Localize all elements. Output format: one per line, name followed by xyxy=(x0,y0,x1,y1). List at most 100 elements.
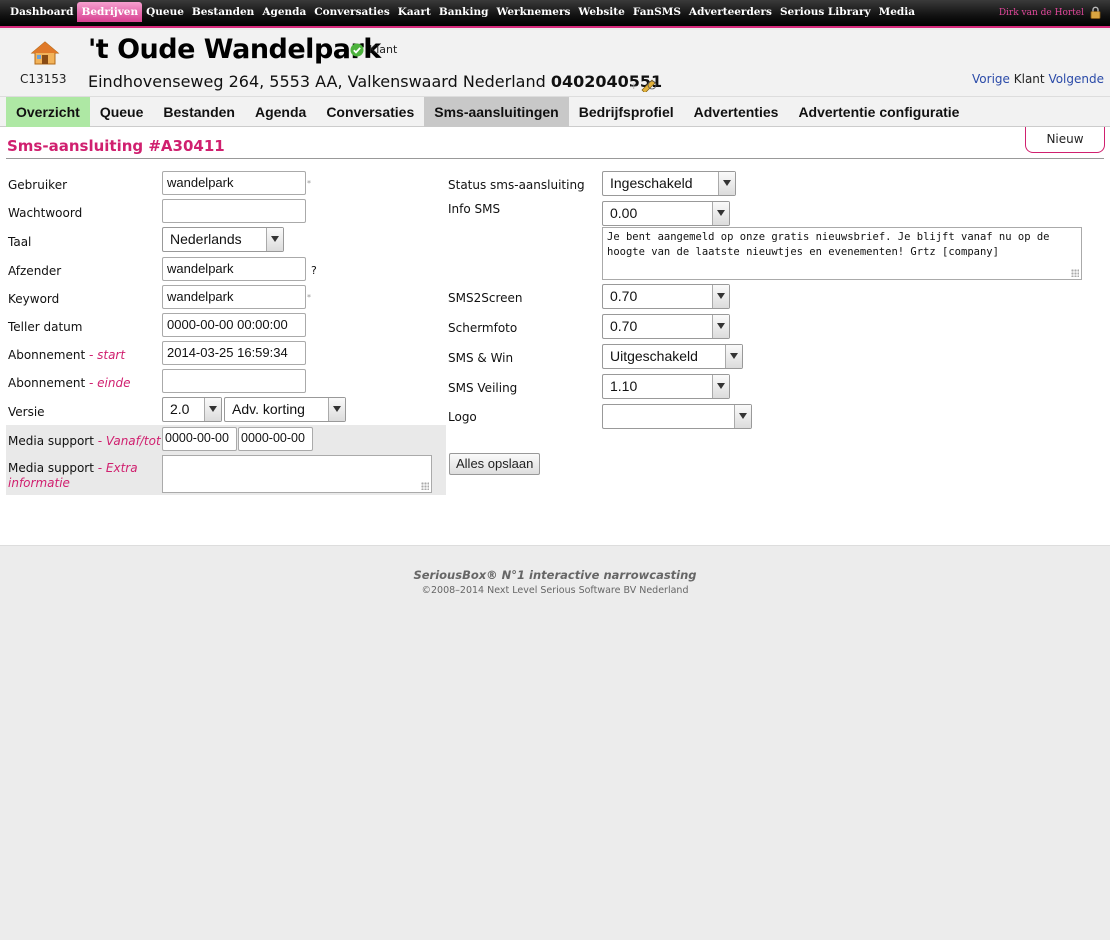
abonnement-start-label-text: Abonnement xyxy=(8,348,86,362)
topnav-bestanden[interactable]: Bestanden xyxy=(188,2,258,22)
teller-datum-label: Teller datum xyxy=(8,320,83,334)
required-marker: * xyxy=(307,179,311,188)
footer: SeriousBox® N°1 interactive narrowcastin… xyxy=(0,545,1110,940)
sms-win-value: Uitgeschakeld xyxy=(610,348,698,364)
required-marker: * xyxy=(307,293,311,302)
sms-win-select[interactable]: Uitgeschakeld xyxy=(602,344,743,369)
topnav-adverteerders[interactable]: Adverteerders xyxy=(685,2,776,22)
title-divider xyxy=(6,158,1104,159)
abonnement-einde-label-text: Abonnement xyxy=(8,376,86,390)
lock-icon[interactable] xyxy=(1089,6,1102,19)
taal-select[interactable]: Nederlands xyxy=(162,227,284,252)
schermfoto-label: Schermfoto xyxy=(448,321,518,335)
afzender-label: Afzender xyxy=(8,264,62,278)
company-tabs: Overzicht Queue Bestanden Agenda Convers… xyxy=(0,96,1110,127)
media-extra-textarea[interactable] xyxy=(162,455,432,493)
abonnement-einde-input[interactable] xyxy=(162,369,306,393)
logo-select[interactable] xyxy=(602,404,752,429)
next-link[interactable]: Volgende xyxy=(1048,72,1104,86)
info-sms-message-text: Je bent aangemeld op onze gratis nieuwsb… xyxy=(607,231,1056,258)
edit-icon[interactable]: + xyxy=(630,76,660,92)
sms-veiling-select[interactable]: 1.10 xyxy=(602,374,730,399)
tab-queue[interactable]: Queue xyxy=(90,97,154,127)
tab-bedrijfsprofiel[interactable]: Bedrijfsprofiel xyxy=(569,97,684,127)
tab-agenda[interactable]: Agenda xyxy=(245,97,316,127)
chevron-down-icon xyxy=(328,398,345,421)
tab-sms-aansluitingen[interactable]: Sms-aansluitingen xyxy=(424,97,569,127)
abonnement-start-input[interactable]: 2014-03-25 16:59:34 xyxy=(162,341,306,365)
info-sms-value: 0.00 xyxy=(610,205,638,221)
footer-tagline: SeriousBox® N°1 interactive narrowcastin… xyxy=(413,568,697,582)
user-name-link[interactable]: Dirk van de Hortel xyxy=(999,8,1084,18)
topnav-website[interactable]: Website xyxy=(574,2,628,22)
keyword-input[interactable]: wandelpark xyxy=(162,285,306,309)
topnav-dashboard[interactable]: Dashboard xyxy=(6,2,77,22)
media-support-label: Media support - Vanaf/tot xyxy=(8,434,161,448)
status-value: Ingeschakeld xyxy=(610,175,693,191)
top-navigation: Dashboard Bedrijven Queue Bestanden Agen… xyxy=(0,0,1110,28)
info-sms-message[interactable]: Je bent aangemeld op onze gratis nieuwsb… xyxy=(602,227,1082,280)
topnav-agenda[interactable]: Agenda xyxy=(258,2,310,22)
topnav-werknemers[interactable]: Werknemers xyxy=(492,2,574,22)
korting-select[interactable]: Adv. korting xyxy=(224,397,346,422)
topnav-bedrijven[interactable]: Bedrijven xyxy=(77,2,143,22)
status-badge: Klant xyxy=(369,43,398,56)
status-select[interactable]: Ingeschakeld xyxy=(602,171,736,196)
wachtwoord-input[interactable] xyxy=(162,199,306,223)
media-support-from-input[interactable]: 0000-00-00 xyxy=(162,427,237,451)
previous-link[interactable]: Vorige xyxy=(972,72,1010,86)
afzender-input[interactable]: wandelpark xyxy=(162,257,306,281)
abonnement-einde-em: einde xyxy=(97,376,131,390)
media-support-label-text: Media support xyxy=(8,434,94,448)
media-support-separator: - xyxy=(93,434,106,448)
gebruiker-input[interactable]: wandelpark xyxy=(162,171,306,195)
tab-overzicht[interactable]: Overzicht xyxy=(6,97,90,127)
top-nav-items: Dashboard Bedrijven Queue Bestanden Agen… xyxy=(6,2,919,22)
footer-copyright: ©2008–2014 Next Level Serious Software B… xyxy=(421,585,689,596)
resize-grip-icon[interactable] xyxy=(1071,269,1079,277)
info-sms-label: Info SMS xyxy=(448,202,501,216)
sms2screen-select[interactable]: 0.70 xyxy=(602,284,730,309)
topnav-banking[interactable]: Banking xyxy=(435,2,493,22)
tab-bestanden[interactable]: Bestanden xyxy=(153,97,245,127)
company-name: 't Oude Wandelpark xyxy=(88,34,381,65)
klant-label: Klant xyxy=(1013,72,1045,86)
abonnement-einde-separator: - xyxy=(85,376,98,390)
afzender-help[interactable]: ? xyxy=(311,264,317,277)
media-extra-label: Media support - Extra informatie xyxy=(8,461,158,491)
tab-conversaties[interactable]: Conversaties xyxy=(316,97,424,127)
media-support-to-input[interactable]: 0000-00-00 xyxy=(238,427,313,451)
korting-value: Adv. korting xyxy=(232,401,305,417)
chevron-down-icon xyxy=(725,345,742,368)
chevron-down-icon xyxy=(734,405,751,428)
chevron-down-icon xyxy=(266,228,283,251)
abonnement-start-em: start xyxy=(97,348,126,362)
company-header: C13153 't Oude Wandelpark Klant Eindhove… xyxy=(0,30,1110,96)
new-button[interactable]: Nieuw xyxy=(1025,127,1105,153)
chevron-down-icon xyxy=(718,172,735,195)
logo-label: Logo xyxy=(448,410,477,424)
versie-label: Versie xyxy=(8,405,45,419)
versie-select[interactable]: 2.0 xyxy=(162,397,222,422)
tab-advertentie-configuratie[interactable]: Advertentie configuratie xyxy=(788,97,969,127)
teller-datum-input[interactable]: 0000-00-00 00:00:00 xyxy=(162,313,306,337)
tab-advertenties[interactable]: Advertenties xyxy=(684,97,789,127)
sms-win-label: SMS & Win xyxy=(448,351,514,365)
topnav-kaart[interactable]: Kaart xyxy=(394,2,435,22)
abonnement-start-separator: - xyxy=(85,348,98,362)
topnav-queue[interactable]: Queue xyxy=(142,2,188,22)
abonnement-einde-label: Abonnement - einde xyxy=(8,376,130,390)
topnav-conversaties[interactable]: Conversaties xyxy=(310,2,393,22)
schermfoto-select[interactable]: 0.70 xyxy=(602,314,730,339)
topnav-fansms[interactable]: FanSMS xyxy=(629,2,685,22)
address-text: Eindhovenseweg 264, 5553 AA, Valkenswaar… xyxy=(88,72,546,91)
topnav-serious-library[interactable]: Serious Library xyxy=(776,2,875,22)
sms2screen-label: SMS2Screen xyxy=(448,291,523,305)
resize-grip-icon[interactable] xyxy=(421,482,429,490)
wachtwoord-label: Wachtwoord xyxy=(8,206,83,220)
company-address: Eindhovenseweg 264, 5553 AA, Valkenswaar… xyxy=(88,72,662,91)
topnav-media[interactable]: Media xyxy=(875,2,919,22)
taal-value: Nederlands xyxy=(170,231,242,247)
save-all-button[interactable]: Alles opslaan xyxy=(449,453,541,475)
info-sms-select[interactable]: 0.00 xyxy=(602,201,730,226)
